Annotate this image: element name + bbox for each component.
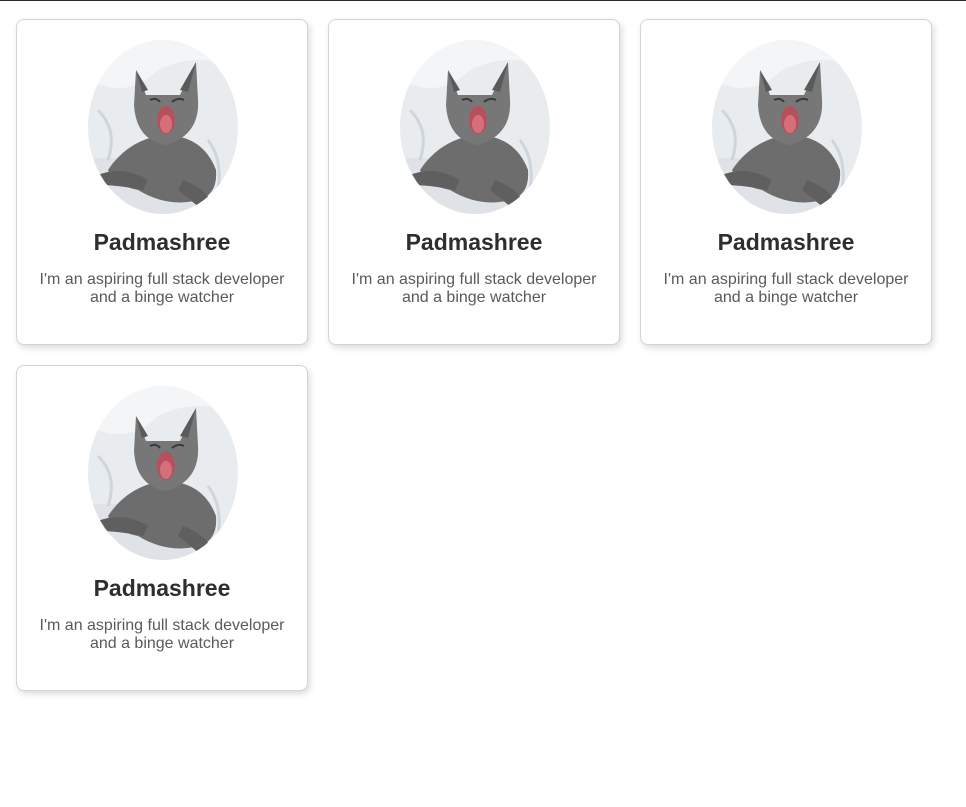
profile-card: Padmashree I'm an aspiring full stack de… [16, 365, 308, 691]
cat-avatar-image [88, 40, 238, 214]
profile-card: Padmashree I'm an aspiring full stack de… [16, 19, 308, 345]
yawning-cat-illustration [88, 40, 238, 214]
yawning-cat-illustration [400, 40, 550, 214]
yawning-cat-illustration [88, 386, 238, 560]
cat-avatar-image [88, 386, 238, 560]
profile-bio: I'm an aspiring full stack developer and… [663, 271, 909, 306]
profile-card: Padmashree I'm an aspiring full stack de… [640, 19, 932, 345]
profile-name: Padmashree [405, 229, 543, 255]
yawning-cat-illustration [712, 40, 862, 214]
profile-name: Padmashree [717, 229, 855, 255]
profile-card-grid: Padmashree I'm an aspiring full stack de… [16, 19, 932, 691]
cat-avatar-image [712, 40, 862, 214]
profile-name: Padmashree [93, 229, 231, 255]
cat-avatar-image [400, 40, 550, 214]
profile-bio: I'm an aspiring full stack developer and… [39, 271, 285, 306]
top-border-line [0, 0, 966, 1]
profile-bio: I'm an aspiring full stack developer and… [39, 617, 285, 652]
profile-card: Padmashree I'm an aspiring full stack de… [328, 19, 620, 345]
profile-name: Padmashree [93, 575, 231, 601]
profile-bio: I'm an aspiring full stack developer and… [351, 271, 597, 306]
